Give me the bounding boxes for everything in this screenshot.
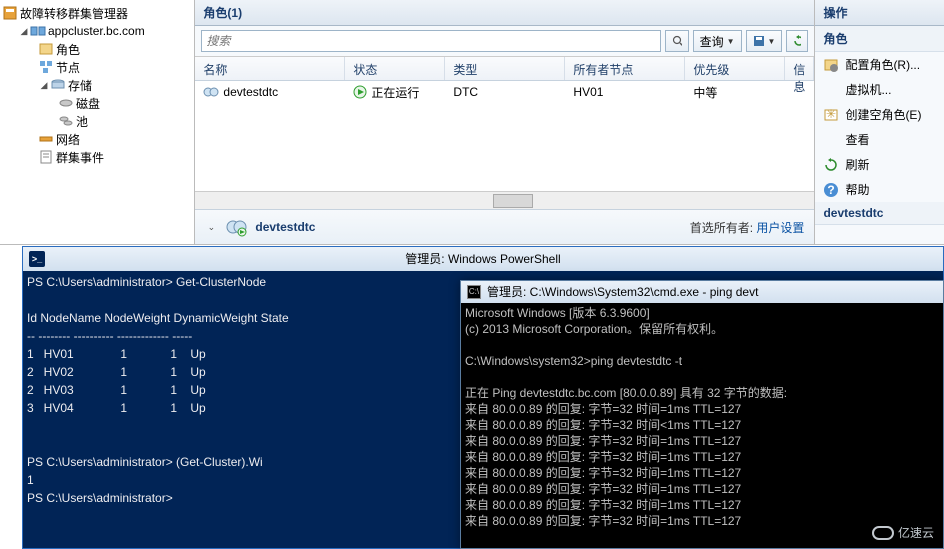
configure-icon (823, 57, 839, 73)
role-owner: HV01 (565, 81, 685, 103)
tree-pool-label: 池 (76, 113, 88, 130)
pref-owner-link[interactable]: 用户设置 (756, 221, 804, 235)
tree-cluster-label: appcluster.bc.com (48, 24, 145, 38)
cmd-title: 管理员: C:\Windows\System32\cmd.exe - ping … (487, 284, 758, 300)
storage-icon (50, 77, 66, 93)
tree-storage-label: 存储 (68, 77, 92, 94)
tree-events-label: 群集事件 (56, 149, 104, 166)
detail-title: devtestdtc (255, 220, 315, 234)
tree-storage[interactable]: ◢ 存储 (2, 76, 192, 94)
expander-icon[interactable]: ◢ (38, 79, 50, 91)
cmd-output[interactable]: Microsoft Windows [版本 6.3.9600] (c) 2013… (461, 303, 943, 531)
chevron-down-icon[interactable]: ⌄ (205, 221, 217, 233)
tree-root[interactable]: 故障转移群集管理器 (2, 4, 192, 22)
network-icon (38, 131, 54, 147)
role-info (785, 88, 814, 96)
roles-icon (38, 41, 54, 57)
actions-title: 操作 (815, 0, 944, 26)
nodes-icon (38, 59, 54, 75)
running-icon (353, 85, 367, 99)
col-type[interactable]: 类型 (445, 57, 565, 80)
query-dropdown[interactable]: 查询▼ (693, 30, 742, 52)
actions-panel: 操作 角色 配置角色(R)... 虚拟机... ✳创建空角色(E) 查看 刷新 … (815, 0, 944, 244)
col-info[interactable]: 信息 (785, 57, 814, 80)
cluster-icon (30, 23, 46, 39)
action-refresh[interactable]: 刷新 (815, 152, 944, 177)
tree-nodes-label: 节点 (56, 59, 80, 76)
cmd-window: C:\ 管理员: C:\Windows\System32\cmd.exe - p… (460, 280, 944, 549)
pool-icon (58, 113, 74, 129)
action-configure-role[interactable]: 配置角色(R)... (815, 52, 944, 77)
events-icon (38, 149, 54, 165)
refresh-arrow-icon (793, 35, 801, 47)
powershell-icon: >_ (29, 251, 45, 267)
search-button[interactable] (665, 30, 689, 52)
nav-tree: 故障转移群集管理器 ◢ appcluster.bc.com 角色 节点 ◢ 存储… (0, 0, 195, 244)
col-owner[interactable]: 所有者节点 (565, 57, 685, 80)
pref-owner-label: 首选所有者: (690, 221, 753, 235)
powershell-titlebar[interactable]: >_ 管理员: Windows PowerShell (23, 247, 943, 271)
tree-roles-label: 角色 (56, 41, 80, 58)
action-view[interactable]: 查看 (815, 127, 944, 152)
grid-header: 名称 状态 类型 所有者节点 优先级 信息 (195, 57, 814, 81)
actions-context-header: devtestdtc (815, 202, 944, 225)
role-type: DTC (445, 81, 565, 103)
refresh-icon (823, 157, 839, 173)
roles-panel: 角色(1) 查询▼ ▼ 名称 状态 类型 所有者节点 优先级 信息 devtes… (195, 0, 815, 244)
search-input[interactable] (201, 30, 660, 52)
role-icon (203, 84, 219, 100)
save-icon (753, 35, 765, 47)
tree-pool[interactable]: 池 (2, 112, 192, 130)
tree-disk[interactable]: 磁盘 (2, 94, 192, 112)
col-state[interactable]: 状态 (345, 57, 445, 80)
save-dropdown[interactable]: ▼ (746, 30, 783, 52)
disk-icon (58, 95, 74, 111)
cmd-icon: C:\ (467, 285, 481, 299)
tree-network[interactable]: 网络 (2, 130, 192, 148)
actions-subheader: 角色 (815, 26, 944, 52)
tree-nodes[interactable]: 节点 (2, 58, 192, 76)
tree-events[interactable]: 群集事件 (2, 148, 192, 166)
role-state: 正在运行 (371, 84, 419, 101)
new-role-icon: ✳ (823, 107, 839, 123)
powershell-title: 管理员: Windows PowerShell (405, 250, 560, 268)
query-label: 查询 (700, 33, 724, 50)
svg-text:?: ? (828, 183, 835, 197)
help-icon: ? (823, 182, 839, 198)
search-row: 查询▼ ▼ (195, 26, 814, 57)
tree-roles[interactable]: 角色 (2, 40, 192, 58)
tree-disk-label: 磁盘 (76, 95, 100, 112)
cluster-manager-icon (2, 5, 18, 21)
role-name: devtestdtc (223, 85, 278, 99)
refresh-button[interactable] (786, 30, 808, 52)
col-priority[interactable]: 优先级 (685, 57, 785, 80)
cloud-icon (872, 526, 894, 540)
tree-root-label: 故障转移群集管理器 (20, 5, 128, 22)
tree-network-label: 网络 (56, 131, 80, 148)
svg-text:✳: ✳ (826, 107, 836, 121)
detail-icon (225, 216, 247, 238)
role-row[interactable]: devtestdtc 正在运行 DTC HV01 中等 (195, 81, 814, 103)
role-priority: 中等 (685, 81, 785, 105)
col-name[interactable]: 名称 (195, 57, 345, 80)
action-create-empty-role[interactable]: ✳创建空角色(E) (815, 102, 944, 127)
tree-cluster[interactable]: ◢ appcluster.bc.com (2, 22, 192, 40)
h-scrollbar[interactable] (195, 191, 814, 209)
action-help[interactable]: ?帮助 (815, 177, 944, 202)
action-virtual-machine[interactable]: 虚拟机... (815, 77, 944, 102)
panel-header: 角色(1) (195, 0, 814, 26)
expander-icon[interactable]: ◢ (18, 25, 30, 37)
detail-bar: ⌄ devtestdtc 首选所有者: 用户设置 (195, 209, 814, 244)
cmd-titlebar[interactable]: C:\ 管理员: C:\Windows\System32\cmd.exe - p… (461, 281, 943, 303)
watermark: 亿速云 (872, 524, 934, 541)
